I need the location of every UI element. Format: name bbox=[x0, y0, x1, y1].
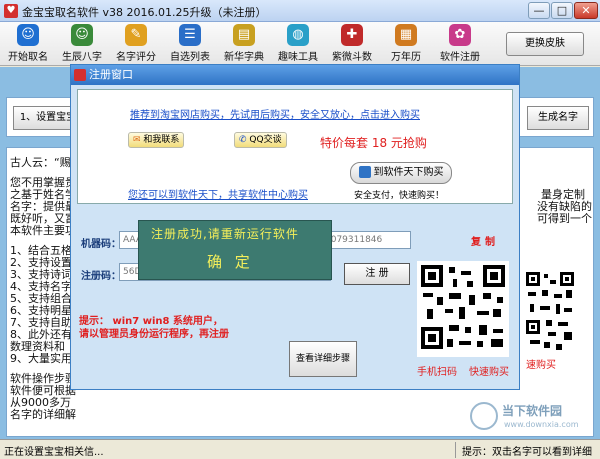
chat-label: 和我联系 bbox=[143, 135, 180, 145]
user-icon: ☺ bbox=[71, 24, 93, 46]
status-bar: 正在设置宝宝相关信... 提示：双击名字可以看到详细解释 bbox=[0, 439, 600, 459]
toolbar-birth-bazi[interactable]: ☺ 生辰八字 bbox=[56, 24, 108, 64]
toolbar: ☺ 开始取名 ☺ 生辰八字 ✎ 名字评分 ☰ 自选列表 ▤ 新华字典 ◍ 趣味工… bbox=[0, 22, 600, 66]
watermark-logo-icon bbox=[470, 402, 498, 430]
qq-icon: ✆ bbox=[239, 135, 250, 145]
share-center-link[interactable]: 您还可以到软件天下，共享软件中心购买 bbox=[128, 186, 308, 201]
tip-line-2: 请以管理员身份运行程序，再注册 bbox=[79, 329, 229, 340]
toolbar-fun-tools[interactable]: ◍ 趣味工具 bbox=[272, 24, 324, 64]
toolbar-custom-list[interactable]: ☰ 自选列表 bbox=[164, 24, 216, 64]
taobao-link[interactable]: 推荐到淘宝网店购买，先试用后购买，安全又放心，点击进入购买 bbox=[130, 106, 420, 121]
toolbar-label: 紫微斗数 bbox=[332, 52, 372, 63]
minimize-button[interactable]: — bbox=[528, 2, 550, 19]
toolbar-name-score[interactable]: ✎ 名字评分 bbox=[110, 24, 162, 64]
list-icon: ☰ bbox=[179, 24, 201, 46]
close-button[interactable]: ✕ bbox=[574, 2, 598, 19]
dialog-title-bar: 注册窗口 bbox=[71, 65, 519, 85]
qr-fast-label: 快速购买 bbox=[469, 367, 509, 378]
intro-line: 名字的详细解 bbox=[10, 408, 76, 421]
calendar-icon: ▦ bbox=[395, 24, 417, 46]
toolbar-label: 名字评分 bbox=[116, 52, 156, 63]
watermark: 当下软件园 www.downxia.com bbox=[470, 400, 596, 436]
status-right-text: 提示：双击名字可以看到详细解释 bbox=[462, 447, 592, 458]
flower-icon: ✿ bbox=[449, 24, 471, 46]
toolbar-label: 开始取名 bbox=[8, 52, 48, 63]
qr-code bbox=[417, 261, 509, 357]
generate-names-button[interactable]: 生成名字 bbox=[527, 106, 589, 130]
price-text: 特价每套 18 元抢购 bbox=[320, 136, 427, 150]
qr-code-outside: 速购买 bbox=[524, 270, 576, 371]
toolbar-label: 新华字典 bbox=[224, 52, 264, 63]
toolbar-label: 趣味工具 bbox=[278, 52, 318, 63]
watermark-url: www.downxia.com bbox=[504, 420, 579, 429]
toolbar-ziwei[interactable]: ✚ 紫微斗数 bbox=[326, 24, 378, 64]
qq-label: QQ交谈 bbox=[249, 135, 282, 145]
register-button[interactable]: 注 册 bbox=[344, 263, 410, 285]
qq-chat-button[interactable]: ✆ QQ交谈 bbox=[234, 132, 287, 148]
admin-tip: 提示： win7 win8 系统用户， 请以管理员身份运行程序，再注册 bbox=[79, 315, 229, 341]
reg-code-label: 注册码： bbox=[81, 271, 121, 282]
toolbar-dictionary[interactable]: ▤ 新华字典 bbox=[218, 24, 270, 64]
intro-line: 9、大量实用 bbox=[10, 352, 72, 365]
buy-at-rjtx-button[interactable]: 到软件天下购买 bbox=[350, 162, 452, 184]
view-steps-button[interactable]: 查看详细步骤 bbox=[289, 341, 357, 377]
book-icon: ▤ bbox=[233, 24, 255, 46]
user-icon: ☺ bbox=[17, 24, 39, 46]
toolbar-label: 万年历 bbox=[391, 52, 421, 63]
purchase-panel: 推荐到淘宝网店购买，先试用后购买，安全又放心，点击进入购买 ✉ 和我联系 ✆ Q… bbox=[77, 89, 513, 204]
window-title: 金宝宝取名软件 v38 2016.01.25升级（未注册） bbox=[22, 6, 267, 19]
dialog-title: 注册窗口 bbox=[89, 68, 133, 81]
toolbar-register[interactable]: ✿ 软件注册 bbox=[434, 24, 486, 64]
globe-icon: ◍ bbox=[287, 24, 309, 46]
success-message: 注册成功,请重新运行软件 bbox=[151, 227, 299, 241]
maximize-button[interactable]: □ bbox=[551, 2, 573, 19]
change-skin-button[interactable]: 更换皮肤 bbox=[506, 32, 584, 56]
intro-line: 古人云：“赐 bbox=[10, 156, 71, 169]
doc-icon: ✎ bbox=[125, 24, 147, 46]
copy-button[interactable]: 复制 bbox=[471, 233, 499, 248]
qr-code-image bbox=[526, 272, 574, 350]
success-popup: 注册成功,请重新运行软件 确 定 bbox=[138, 220, 332, 280]
app-heart-icon: ♥ bbox=[4, 4, 18, 18]
toolbar-calendar[interactable]: ▦ 万年历 bbox=[380, 24, 432, 64]
confirm-button[interactable]: 确 定 bbox=[207, 251, 254, 272]
wangwang-chat-button[interactable]: ✉ 和我联系 bbox=[128, 132, 185, 148]
title-bar: ♥ 金宝宝取名软件 v38 2016.01.25升级（未注册） — □ ✕ bbox=[0, 0, 600, 22]
status-left-text: 正在设置宝宝相关信... bbox=[4, 447, 104, 458]
toolbar-label: 软件注册 bbox=[440, 52, 480, 63]
buy-label: 到软件天下购买 bbox=[373, 167, 444, 178]
toolbar-label: 生辰八字 bbox=[62, 52, 102, 63]
star-icon: ✚ bbox=[341, 24, 363, 46]
qr-code-image bbox=[421, 265, 505, 349]
fast-buy-label-outside: 速购买 bbox=[526, 360, 556, 371]
toolbar-start-naming[interactable]: ☺ 开始取名 bbox=[2, 24, 54, 64]
machine-code-tail: 1079311846 bbox=[325, 235, 383, 245]
chat-icon: ✉ bbox=[133, 135, 144, 145]
machine-code-label: 机器码： bbox=[81, 239, 121, 250]
dialog-heart-icon bbox=[74, 69, 86, 81]
shield-icon bbox=[358, 166, 371, 178]
watermark-text: 当下软件园 bbox=[502, 404, 563, 418]
toolbar-label: 自选列表 bbox=[170, 52, 210, 63]
tip-line-1: 提示： win7 win8 系统用户， bbox=[79, 316, 223, 327]
intro-line: 本软件主要功 bbox=[10, 224, 76, 237]
safe-pay-text: 安全支付，快速购买！ bbox=[354, 191, 445, 201]
qr-mobile-label: 手机扫码 bbox=[417, 367, 457, 378]
status-divider bbox=[455, 442, 456, 458]
intro-right-fragment: 可得到一个 bbox=[537, 212, 592, 225]
